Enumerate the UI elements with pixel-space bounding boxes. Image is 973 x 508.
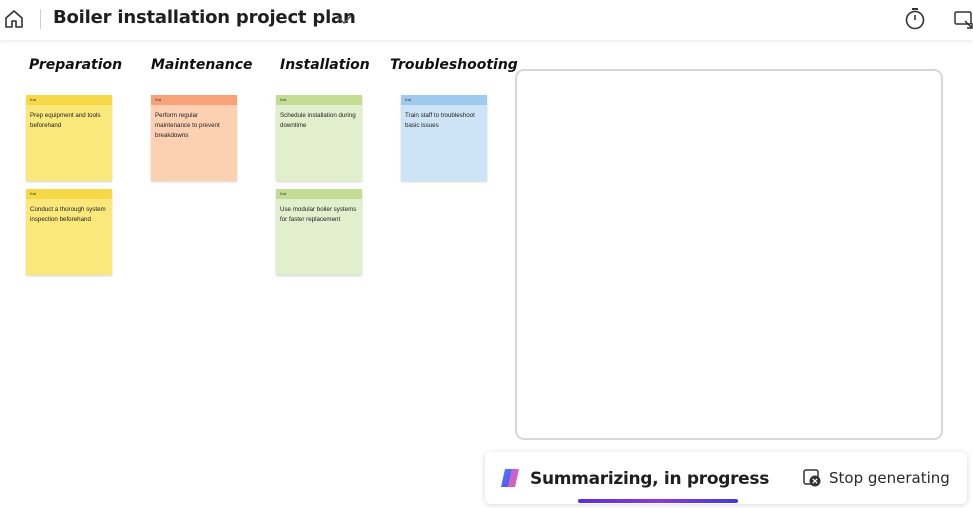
stop-generating-label: Stop generating (829, 469, 950, 487)
note-color-strip (276, 95, 362, 105)
note-text: Perform regular maintenance to prevent b… (155, 112, 220, 139)
note-author: Kat (405, 97, 412, 102)
note-text: Prep equipment and tools beforehand (30, 112, 101, 129)
note-author: Kat (30, 97, 37, 102)
timer-icon[interactable] (904, 7, 926, 31)
note-color-strip (401, 95, 487, 105)
column-header-maintenance: Maintenance (151, 57, 253, 73)
note-author: Kat (155, 97, 162, 102)
note-text: Schedule installation during downtime (280, 112, 356, 129)
sticky-note[interactable]: Kat Schedule installation during downtim… (276, 95, 362, 181)
sticky-note[interactable]: Kat Conduct a thorough system inspection… (26, 189, 112, 275)
sticky-note[interactable]: Kat Train staff to troubleshoot basic is… (401, 95, 487, 181)
home-icon[interactable] (3, 8, 25, 30)
note-color-strip (26, 95, 112, 105)
sticky-note[interactable]: Kat Use modular boiler systems for faste… (276, 189, 362, 275)
copilot-icon (498, 466, 522, 490)
topbar-divider (40, 9, 41, 29)
top-bar: Boiler installation project plan (0, 0, 973, 40)
note-text: Conduct a thorough system inspection bef… (30, 206, 106, 223)
note-color-strip (26, 189, 112, 199)
stop-icon (802, 468, 822, 488)
note-author: Kat (30, 191, 37, 196)
progress-indicator (578, 499, 738, 503)
column-header-troubleshooting: Troubleshooting (390, 57, 518, 73)
column-header-preparation: Preparation (29, 57, 123, 73)
summary-panel (515, 69, 943, 440)
note-author: Kat (280, 191, 287, 196)
page-title[interactable]: Boiler installation project plan (53, 7, 356, 28)
copilot-progress-bar: Summarizing, in progress Stop generating (485, 452, 967, 504)
chevron-down-icon[interactable] (335, 12, 353, 25)
column-header-installation: Installation (280, 57, 370, 73)
stop-generating-button[interactable]: Stop generating (802, 466, 950, 490)
note-text: Use modular boiler systems for faster re… (280, 206, 357, 223)
present-icon[interactable] (953, 9, 973, 31)
status-text: Summarizing, in progress (530, 469, 770, 489)
note-text: Train staff to troubleshoot basic issues (405, 112, 475, 129)
note-color-strip (276, 189, 362, 199)
sticky-note[interactable]: Kat Prep equipment and tools beforehand (26, 95, 112, 181)
sticky-note[interactable]: Kat Perform regular maintenance to preve… (151, 95, 237, 181)
note-color-strip (151, 95, 237, 105)
note-author: Kat (280, 97, 287, 102)
